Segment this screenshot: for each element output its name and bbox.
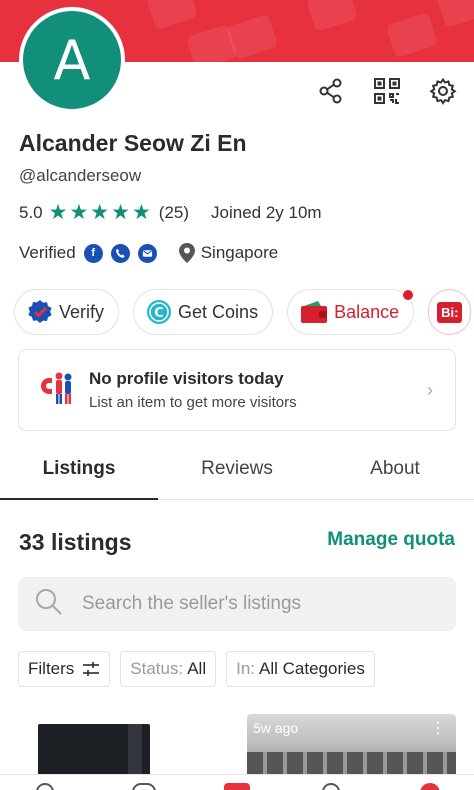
star-icon: ★ bbox=[90, 201, 110, 224]
verified-badge-icon bbox=[27, 299, 53, 325]
svg-text:C: C bbox=[154, 306, 164, 321]
nav-home-icon[interactable] bbox=[36, 783, 54, 790]
joined-duration: Joined 2y 10m bbox=[211, 202, 322, 222]
nav-sell-icon[interactable] bbox=[224, 783, 250, 790]
rating-stars: ★ ★ ★ ★ ★ bbox=[49, 202, 153, 223]
rating-row[interactable]: 5.0 ★ ★ ★ ★ ★ (25) Joined 2y 10m bbox=[19, 202, 322, 223]
facebook-icon: f bbox=[83, 243, 103, 263]
rating-score: 5.0 bbox=[19, 202, 43, 222]
verified-row: Verified f Singapore bbox=[19, 243, 278, 263]
notification-dot bbox=[401, 288, 416, 302]
location-pin-icon bbox=[178, 243, 195, 263]
search-icon bbox=[34, 587, 64, 622]
visitors-title: No profile visitors today bbox=[89, 369, 284, 388]
listings-count: 33 listings bbox=[19, 529, 132, 555]
filters-button[interactable]: Filters bbox=[18, 651, 111, 687]
nav-chats-icon[interactable] bbox=[322, 783, 340, 790]
location: Singapore bbox=[178, 243, 279, 263]
balance-chip[interactable]: Balance bbox=[287, 288, 416, 335]
email-icon bbox=[137, 243, 157, 263]
verify-chip[interactable]: Verify bbox=[14, 289, 120, 335]
category-filter[interactable]: In: All Categories bbox=[226, 651, 375, 687]
nav-groups-icon[interactable] bbox=[132, 783, 156, 790]
profile-name: Alcander Seow Zi En bbox=[19, 130, 247, 156]
settings-icon[interactable] bbox=[428, 76, 458, 106]
visitors-illustration-icon bbox=[37, 368, 77, 413]
filter-bar: Filters Status: All In: All Categories bbox=[18, 651, 375, 687]
sliders-icon bbox=[83, 662, 100, 676]
verified-label: Verified bbox=[19, 243, 76, 262]
star-icon: ★ bbox=[111, 201, 130, 224]
manage-quota-link[interactable]: Manage quota bbox=[327, 529, 455, 551]
coin-icon: C bbox=[146, 299, 172, 325]
listings-search-input[interactable]: Search the seller's listings bbox=[18, 577, 456, 631]
rating-count: (25) bbox=[158, 202, 190, 222]
extra-chip[interactable]: Bi: bbox=[428, 289, 472, 335]
profile-visitors-card[interactable]: No profile visitors today List an item t… bbox=[18, 349, 456, 431]
tab-about[interactable]: About bbox=[316, 450, 474, 499]
more-options-icon[interactable]: ⋮ bbox=[430, 718, 446, 738]
header-actions bbox=[316, 76, 458, 106]
nav-profile-icon[interactable] bbox=[420, 783, 440, 790]
wallet-icon bbox=[300, 300, 328, 324]
bottom-navigation bbox=[0, 774, 474, 790]
avatar[interactable]: A bbox=[19, 7, 125, 113]
star-icon: ★ bbox=[69, 201, 89, 224]
location-label: Singapore bbox=[200, 243, 279, 262]
tab-listings[interactable]: Listings bbox=[0, 450, 158, 500]
status-filter[interactable]: Status: All bbox=[120, 651, 217, 687]
star-icon: ★ bbox=[131, 201, 151, 224]
listing-age: 5w ago bbox=[253, 720, 299, 736]
profile-handle: @alcanderseow bbox=[19, 166, 142, 185]
share-icon[interactable] bbox=[316, 76, 346, 106]
qr-code-icon[interactable] bbox=[372, 76, 402, 106]
get-coins-chip[interactable]: C Get Coins bbox=[133, 289, 274, 335]
search-placeholder: Search the seller's listings bbox=[82, 593, 302, 614]
chevron-right-icon: › bbox=[427, 380, 433, 400]
phone-icon bbox=[110, 243, 130, 263]
tab-reviews[interactable]: Reviews bbox=[158, 450, 316, 499]
quick-action-chips: Verify C Get Coins Balance Bi: bbox=[14, 288, 472, 335]
visitors-subtitle: List an item to get more visitors bbox=[89, 394, 297, 411]
star-icon: ★ bbox=[48, 201, 68, 224]
profile-tabs: Listings Reviews About bbox=[0, 450, 474, 500]
